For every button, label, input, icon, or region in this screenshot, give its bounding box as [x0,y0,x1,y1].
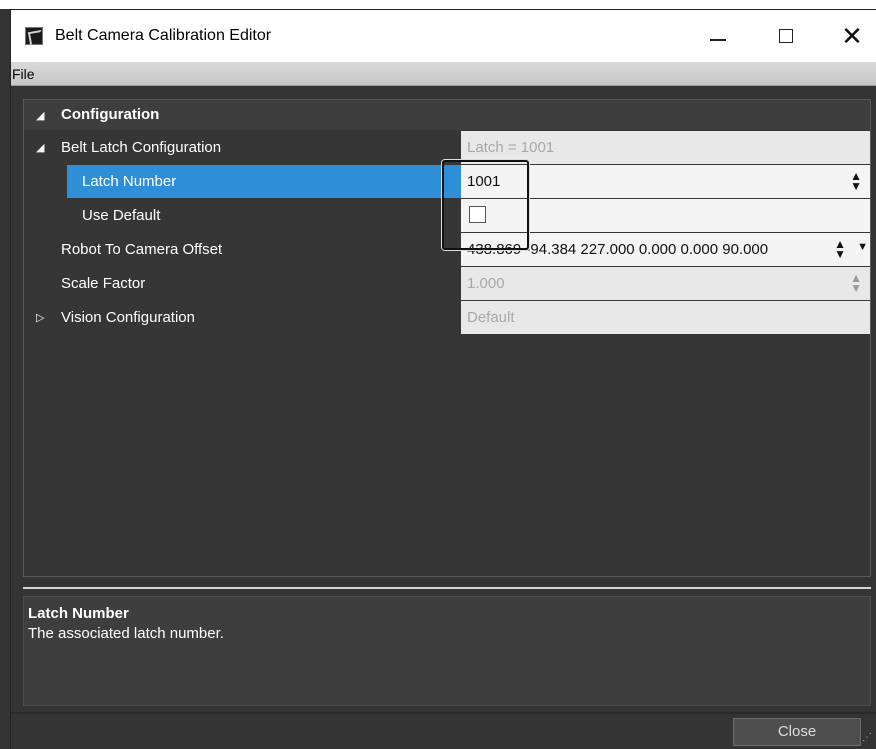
category-label: Configuration [61,106,160,123]
footer-divider [11,712,876,714]
chevron-down-icon[interactable]: ▼ [857,241,868,253]
description-title: Latch Number [28,605,129,622]
menu-file[interactable]: File [12,66,35,82]
callout-highlight-box [442,160,529,250]
close-button[interactable]: Close [733,718,861,746]
resize-grip-icon[interactable]: ⋰ [862,732,872,743]
spin-arrows-icon[interactable]: ▲ ▼ [834,238,846,260]
background-strip [0,9,10,749]
menu-bar: File [11,62,876,86]
description-panel: Latch Number The associated latch number… [23,596,871,706]
property-value: Default [461,301,870,334]
property-label: Vision Configuration [61,309,195,326]
property-row-scale-factor[interactable]: Scale Factor 1.000 ▲ ▼ [24,267,870,301]
triangle-down-icon[interactable]: ◢ [36,109,44,122]
close-icon: ✕ [841,21,863,51]
app-icon [25,27,43,45]
window-close-button[interactable]: ✕ [829,18,875,54]
property-label: Latch Number [82,173,177,190]
property-label: Robot To Camera Offset [61,241,223,258]
minimize-icon [710,39,726,41]
spin-arrows-icon[interactable]: ▲ ▼ [850,272,862,294]
editor-window: Belt Camera Calibration Editor ✕ File ◢ … [10,9,876,749]
splitter[interactable] [23,587,871,589]
triangle-right-icon[interactable]: ▷ [36,311,44,324]
title-bar: Belt Camera Calibration Editor ✕ [11,10,876,62]
description-text: The associated latch number. [28,625,224,642]
maximize-button[interactable] [763,18,809,54]
category-configuration[interactable]: ◢ Configuration [24,100,870,130]
property-label: Belt Latch Configuration [61,139,222,156]
maximize-icon [779,29,793,43]
spin-arrows-icon[interactable]: ▲ ▼ [850,170,862,192]
triangle-down-icon[interactable]: ◢ [36,141,44,154]
window-title: Belt Camera Calibration Editor [55,27,272,44]
property-label: Use Default [82,207,161,224]
scale-factor-input[interactable]: 1.000 ▲ ▼ [461,267,870,300]
property-label: Scale Factor [61,275,146,292]
scale-factor-value: 1.000 [467,275,505,292]
property-row-vision-configuration[interactable]: ▷ Vision Configuration Default [24,301,870,335]
minimize-button[interactable] [695,18,741,54]
